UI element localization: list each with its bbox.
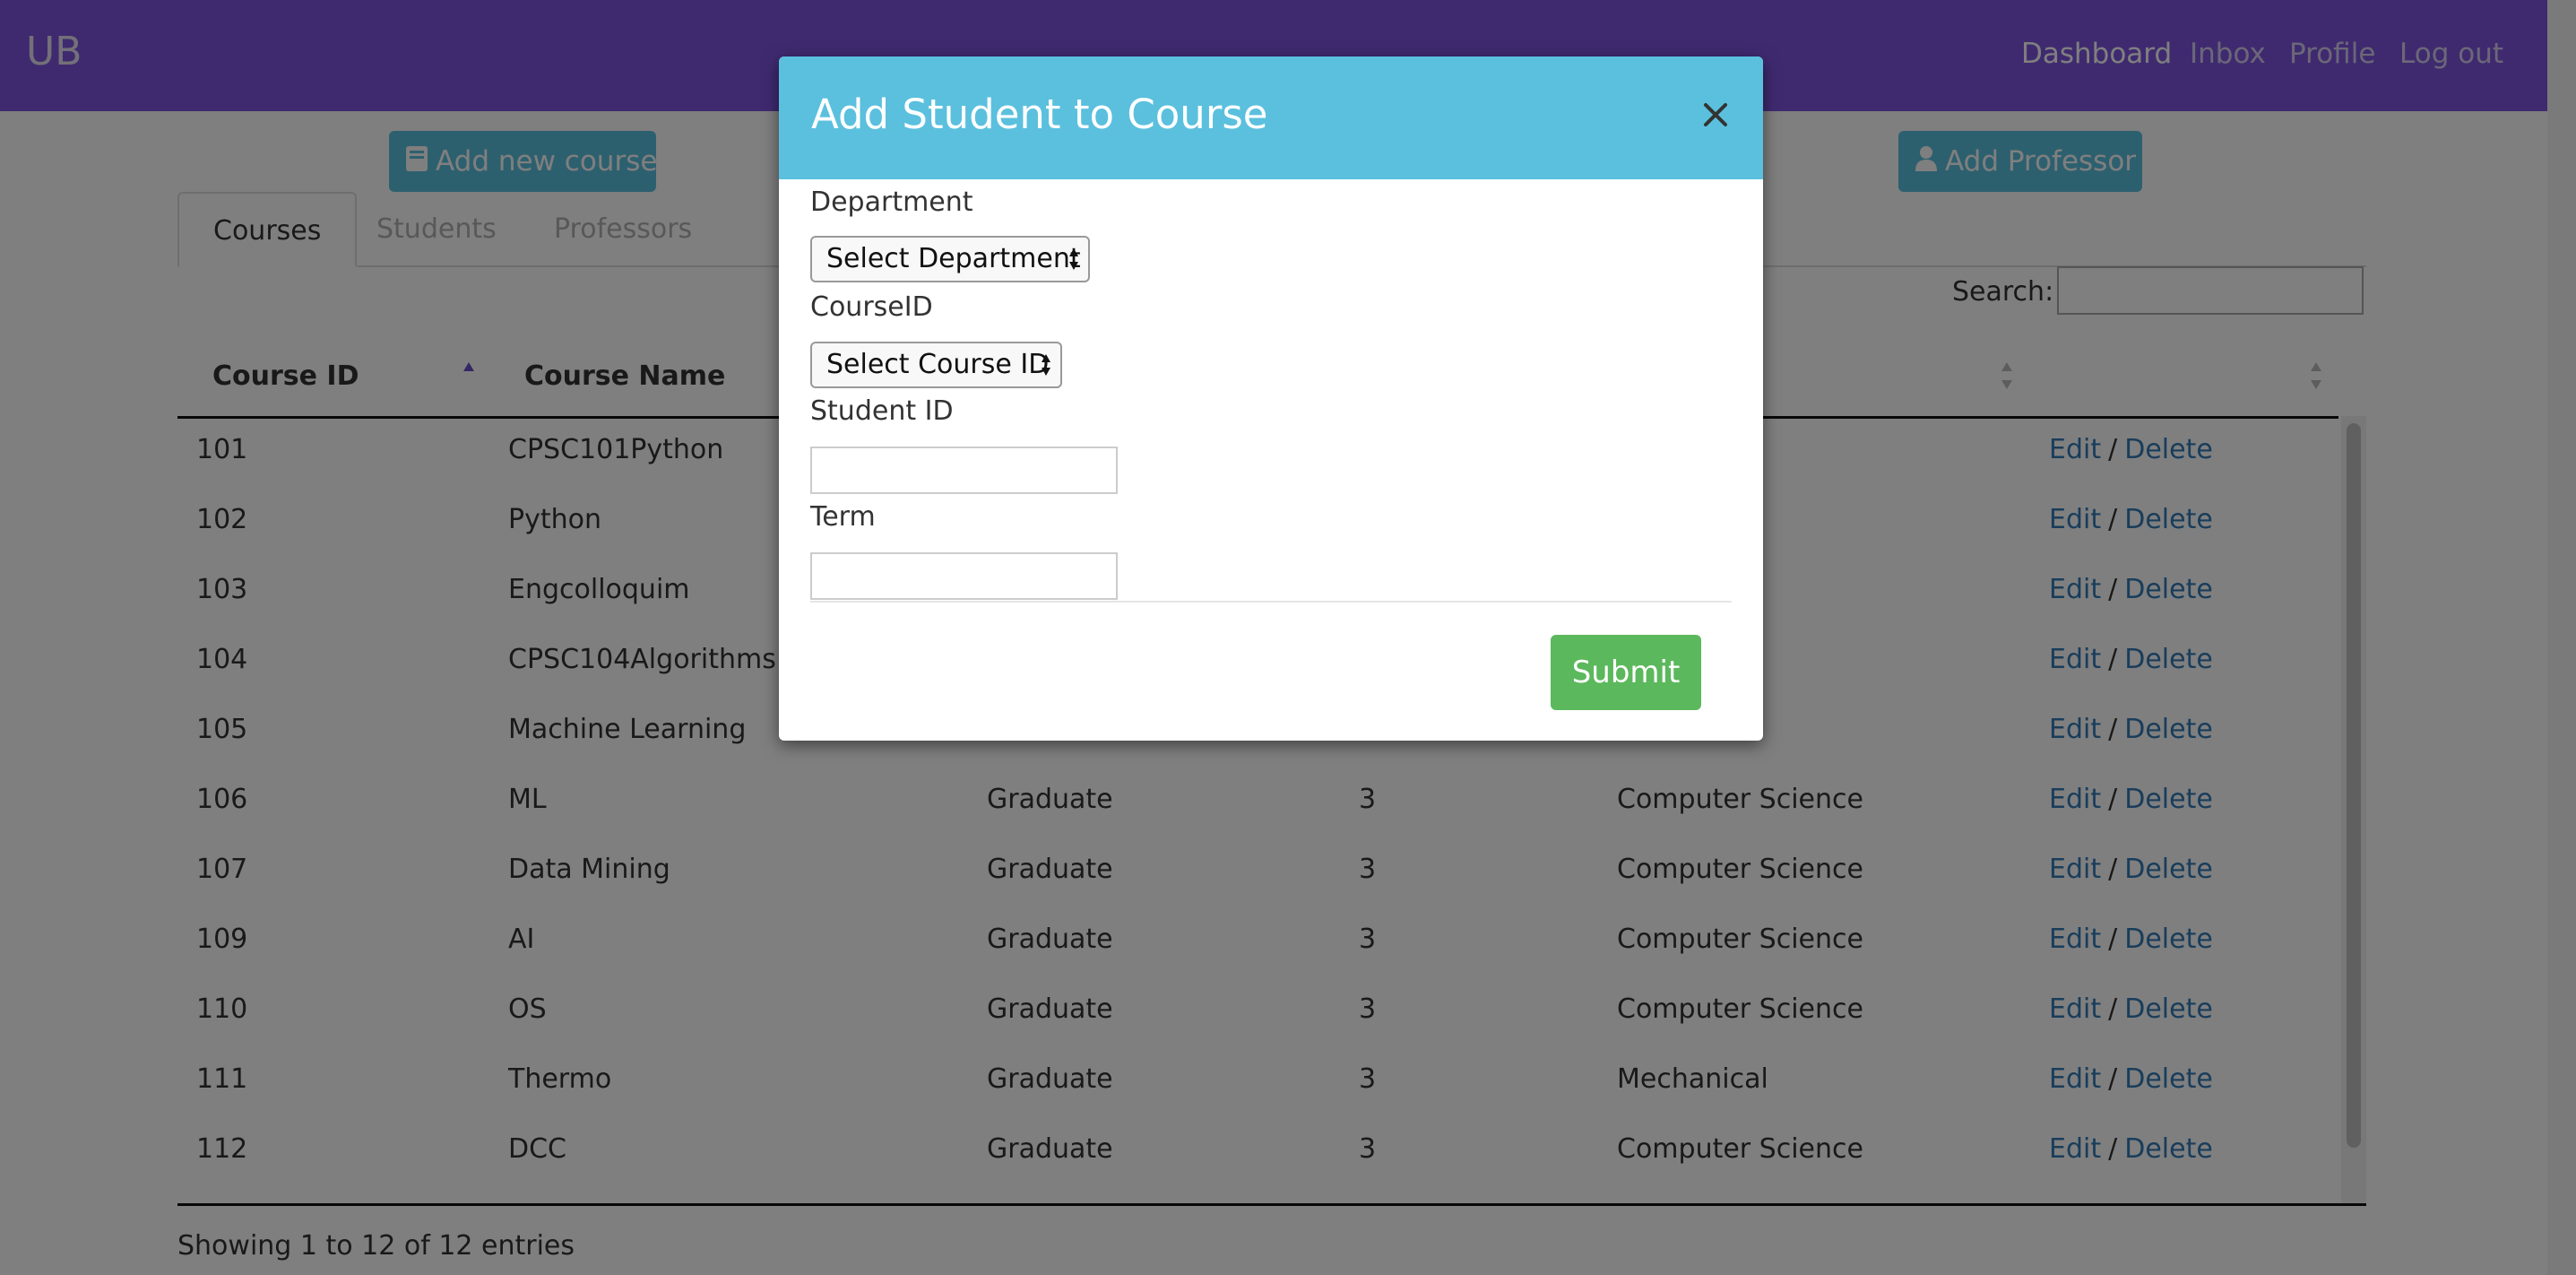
add-student-modal: Add Student to Course Department Select … [779, 56, 1763, 741]
window-edge [2547, 0, 2576, 1275]
department-select-value: Select Department [826, 243, 1081, 274]
select-arrows-icon [1042, 354, 1050, 376]
term-label: Term [810, 501, 876, 533]
close-icon[interactable] [1693, 92, 1738, 137]
submit-button[interactable]: Submit [1551, 635, 1701, 710]
student-id-input[interactable] [810, 447, 1118, 494]
modal-title: Add Student to Course [811, 91, 1268, 138]
page: UB Dashboard Inbox Profile Log out Add n… [0, 0, 2576, 1275]
course-id-select-value: Select Course ID [826, 349, 1050, 380]
course-id-label: CourseID [810, 291, 933, 323]
modal-divider [810, 601, 1732, 603]
student-id-label: Student ID [810, 395, 954, 427]
term-input[interactable] [810, 552, 1118, 600]
department-select[interactable]: Select Department [810, 236, 1090, 282]
course-id-select[interactable]: Select Course ID [810, 342, 1062, 388]
modal-header: Add Student to Course [779, 56, 1763, 179]
department-label: Department [810, 186, 973, 218]
select-arrows-icon [1069, 248, 1078, 270]
